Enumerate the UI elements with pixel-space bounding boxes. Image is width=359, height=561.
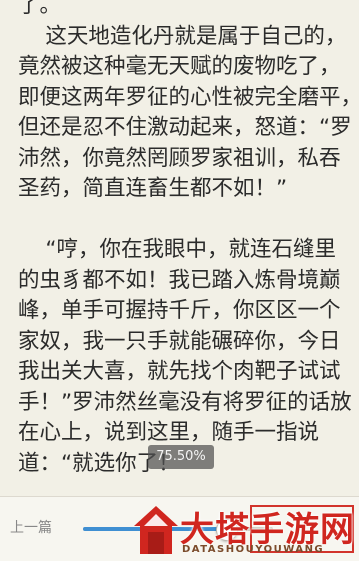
progress-slider-thumb[interactable] [216,519,239,541]
progress-slider-fill [83,527,227,531]
text-line: 家奴，我一只手就能碾碎你，今日 [18,328,341,354]
progress-slider[interactable] [83,519,273,541]
prev-chapter-button[interactable]: 上一篇 [10,517,52,537]
text-line: 手！”罗沛然丝毫没有将罗征的话放 [18,389,352,415]
text-line: 了。 [18,0,62,18]
bottom-toolbar: 上一篇 [0,496,359,561]
text-line: 竟然被这种毫无天赋的废物吃了， [18,54,341,79]
text-line: 峰，单手可握持千斤，你区区一个 [18,298,341,323]
text-line: 这天地造化丹就是属于自己的， [18,23,347,49]
text-line: 沛然，你竟然罔顾罗家祖训，私吞 [18,145,341,171]
text-line: 但还是忍不住激动起来，怒道：“罗 [18,115,352,140]
text-line: 即便这两年罗征的心性被完全磨平， [18,84,359,110]
reader-content[interactable]: 了。 这天地造化丹就是属于自己的， 竟然被这种毫无天赋的废物吃了， 即便这两年罗征的… [0,0,359,496]
reading-progress-badge: 75.50% [148,445,214,469]
text-line: “哼，你在我眼中，就连石缝里 [18,237,336,262]
text-line: 我出关大喜，就先找个肉靶子试试 [18,359,341,384]
next-chapter-button[interactable] [250,505,354,553]
text-line: 圣药，简直连畜生都不如！” [18,176,288,201]
text-line: 的虫豸都不如！我已踏入炼骨境巅 [18,267,341,293]
